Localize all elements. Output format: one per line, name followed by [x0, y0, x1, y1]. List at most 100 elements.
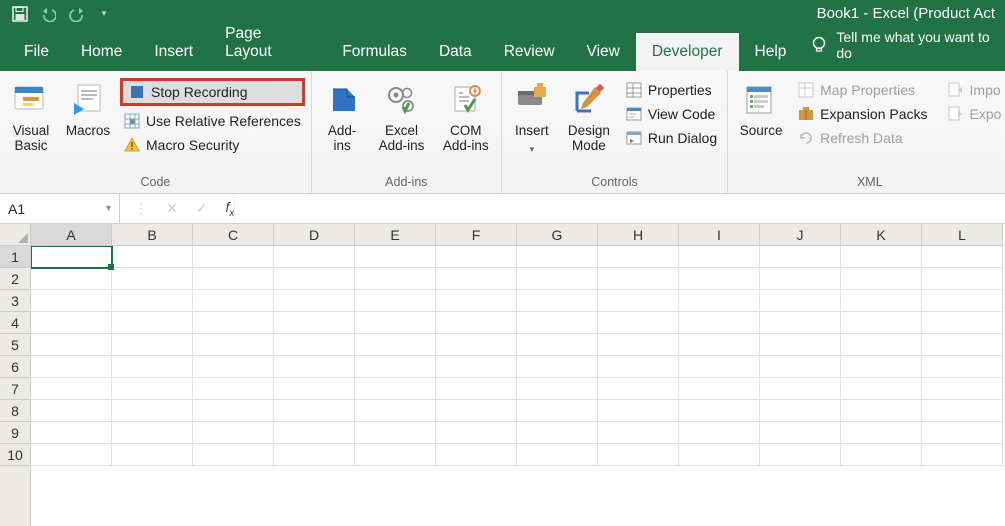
cell[interactable]	[31, 268, 112, 290]
row-header[interactable]: 5	[0, 334, 30, 356]
row-header[interactable]: 1	[0, 246, 30, 268]
select-all-corner[interactable]	[0, 224, 31, 246]
tab-help[interactable]: Help	[739, 33, 803, 71]
cell[interactable]	[598, 444, 679, 466]
cell[interactable]	[922, 334, 1003, 356]
undo-icon[interactable]	[40, 6, 56, 22]
tab-home[interactable]: Home	[65, 33, 138, 71]
cell[interactable]	[922, 356, 1003, 378]
cell[interactable]	[679, 378, 760, 400]
cell[interactable]	[193, 334, 274, 356]
tab-insert[interactable]: Insert	[138, 33, 209, 71]
cell[interactable]	[760, 290, 841, 312]
cell[interactable]	[274, 268, 355, 290]
cell[interactable]	[193, 400, 274, 422]
column-header[interactable]: F	[436, 224, 517, 246]
cell[interactable]	[679, 422, 760, 444]
cell[interactable]	[517, 400, 598, 422]
cell[interactable]	[436, 422, 517, 444]
cell[interactable]	[841, 378, 922, 400]
tab-view[interactable]: View	[571, 33, 636, 71]
import-button[interactable]: Impo	[944, 81, 1005, 99]
cell[interactable]	[517, 356, 598, 378]
com-addins-button[interactable]: COM Add-ins	[437, 75, 495, 153]
design-mode-button[interactable]: Design Mode	[562, 75, 616, 153]
cell[interactable]	[517, 378, 598, 400]
cell[interactable]	[355, 290, 436, 312]
tab-page-layout[interactable]: Page Layout	[209, 15, 326, 71]
row-header[interactable]: 4	[0, 312, 30, 334]
cell[interactable]	[112, 312, 193, 334]
cell[interactable]	[274, 400, 355, 422]
cell[interactable]	[841, 290, 922, 312]
cell[interactable]	[922, 268, 1003, 290]
cell[interactable]	[274, 444, 355, 466]
cell[interactable]	[112, 422, 193, 444]
column-header[interactable]: I	[679, 224, 760, 246]
cell[interactable]	[31, 444, 112, 466]
cell[interactable]	[922, 290, 1003, 312]
cell[interactable]	[193, 444, 274, 466]
cell[interactable]	[760, 268, 841, 290]
column-header[interactable]: C	[193, 224, 274, 246]
cell[interactable]	[436, 356, 517, 378]
cell[interactable]	[598, 268, 679, 290]
cell[interactable]	[922, 422, 1003, 444]
cell[interactable]	[112, 268, 193, 290]
cell[interactable]	[598, 400, 679, 422]
cell[interactable]	[31, 312, 112, 334]
macros-button[interactable]: Macros	[62, 75, 114, 138]
cell[interactable]	[679, 246, 760, 268]
cell[interactable]	[274, 422, 355, 444]
cell[interactable]	[355, 312, 436, 334]
cell[interactable]	[355, 400, 436, 422]
cell[interactable]	[841, 268, 922, 290]
enter-icon[interactable]: ✓	[196, 200, 208, 217]
row-header[interactable]: 6	[0, 356, 30, 378]
tab-review[interactable]: Review	[488, 33, 571, 71]
tab-developer[interactable]: Developer	[636, 33, 739, 71]
cell[interactable]	[517, 334, 598, 356]
cell[interactable]	[841, 356, 922, 378]
cancel-icon[interactable]: ✕	[166, 200, 178, 217]
cell[interactable]	[355, 246, 436, 268]
cell[interactable]	[31, 400, 112, 422]
properties-button[interactable]: Properties	[622, 81, 721, 99]
cell[interactable]	[31, 422, 112, 444]
cell[interactable]	[841, 444, 922, 466]
name-box[interactable]: A1 ▾	[0, 194, 120, 223]
cell[interactable]	[436, 268, 517, 290]
cell[interactable]	[760, 378, 841, 400]
cell[interactable]	[436, 378, 517, 400]
export-button[interactable]: Expo	[944, 105, 1005, 123]
cell[interactable]	[112, 246, 193, 268]
tell-me[interactable]: Tell me what you want to do	[810, 19, 1005, 71]
cell[interactable]	[436, 444, 517, 466]
column-header[interactable]: D	[274, 224, 355, 246]
cell[interactable]	[517, 444, 598, 466]
redo-icon[interactable]	[68, 6, 84, 22]
row-header[interactable]: 3	[0, 290, 30, 312]
column-header[interactable]: G	[517, 224, 598, 246]
cell[interactable]	[274, 290, 355, 312]
cell[interactable]	[679, 312, 760, 334]
cell[interactable]	[274, 246, 355, 268]
formula-input[interactable]	[234, 194, 1005, 223]
cell[interactable]	[355, 444, 436, 466]
column-header[interactable]: J	[760, 224, 841, 246]
excel-addins-button[interactable]: Excel Add-ins	[372, 75, 430, 153]
cell[interactable]	[274, 378, 355, 400]
column-header[interactable]: L	[922, 224, 1003, 246]
cell[interactable]	[760, 334, 841, 356]
cell[interactable]	[31, 246, 112, 268]
cell[interactable]	[112, 400, 193, 422]
source-button[interactable]: Source	[734, 75, 788, 138]
view-code-button[interactable]: View Code	[622, 105, 721, 123]
cell[interactable]	[193, 246, 274, 268]
cell[interactable]	[760, 444, 841, 466]
cell[interactable]	[517, 422, 598, 444]
expansion-packs-button[interactable]: Expansion Packs	[794, 105, 931, 123]
cell[interactable]	[436, 290, 517, 312]
cell[interactable]	[31, 378, 112, 400]
cell[interactable]	[679, 444, 760, 466]
